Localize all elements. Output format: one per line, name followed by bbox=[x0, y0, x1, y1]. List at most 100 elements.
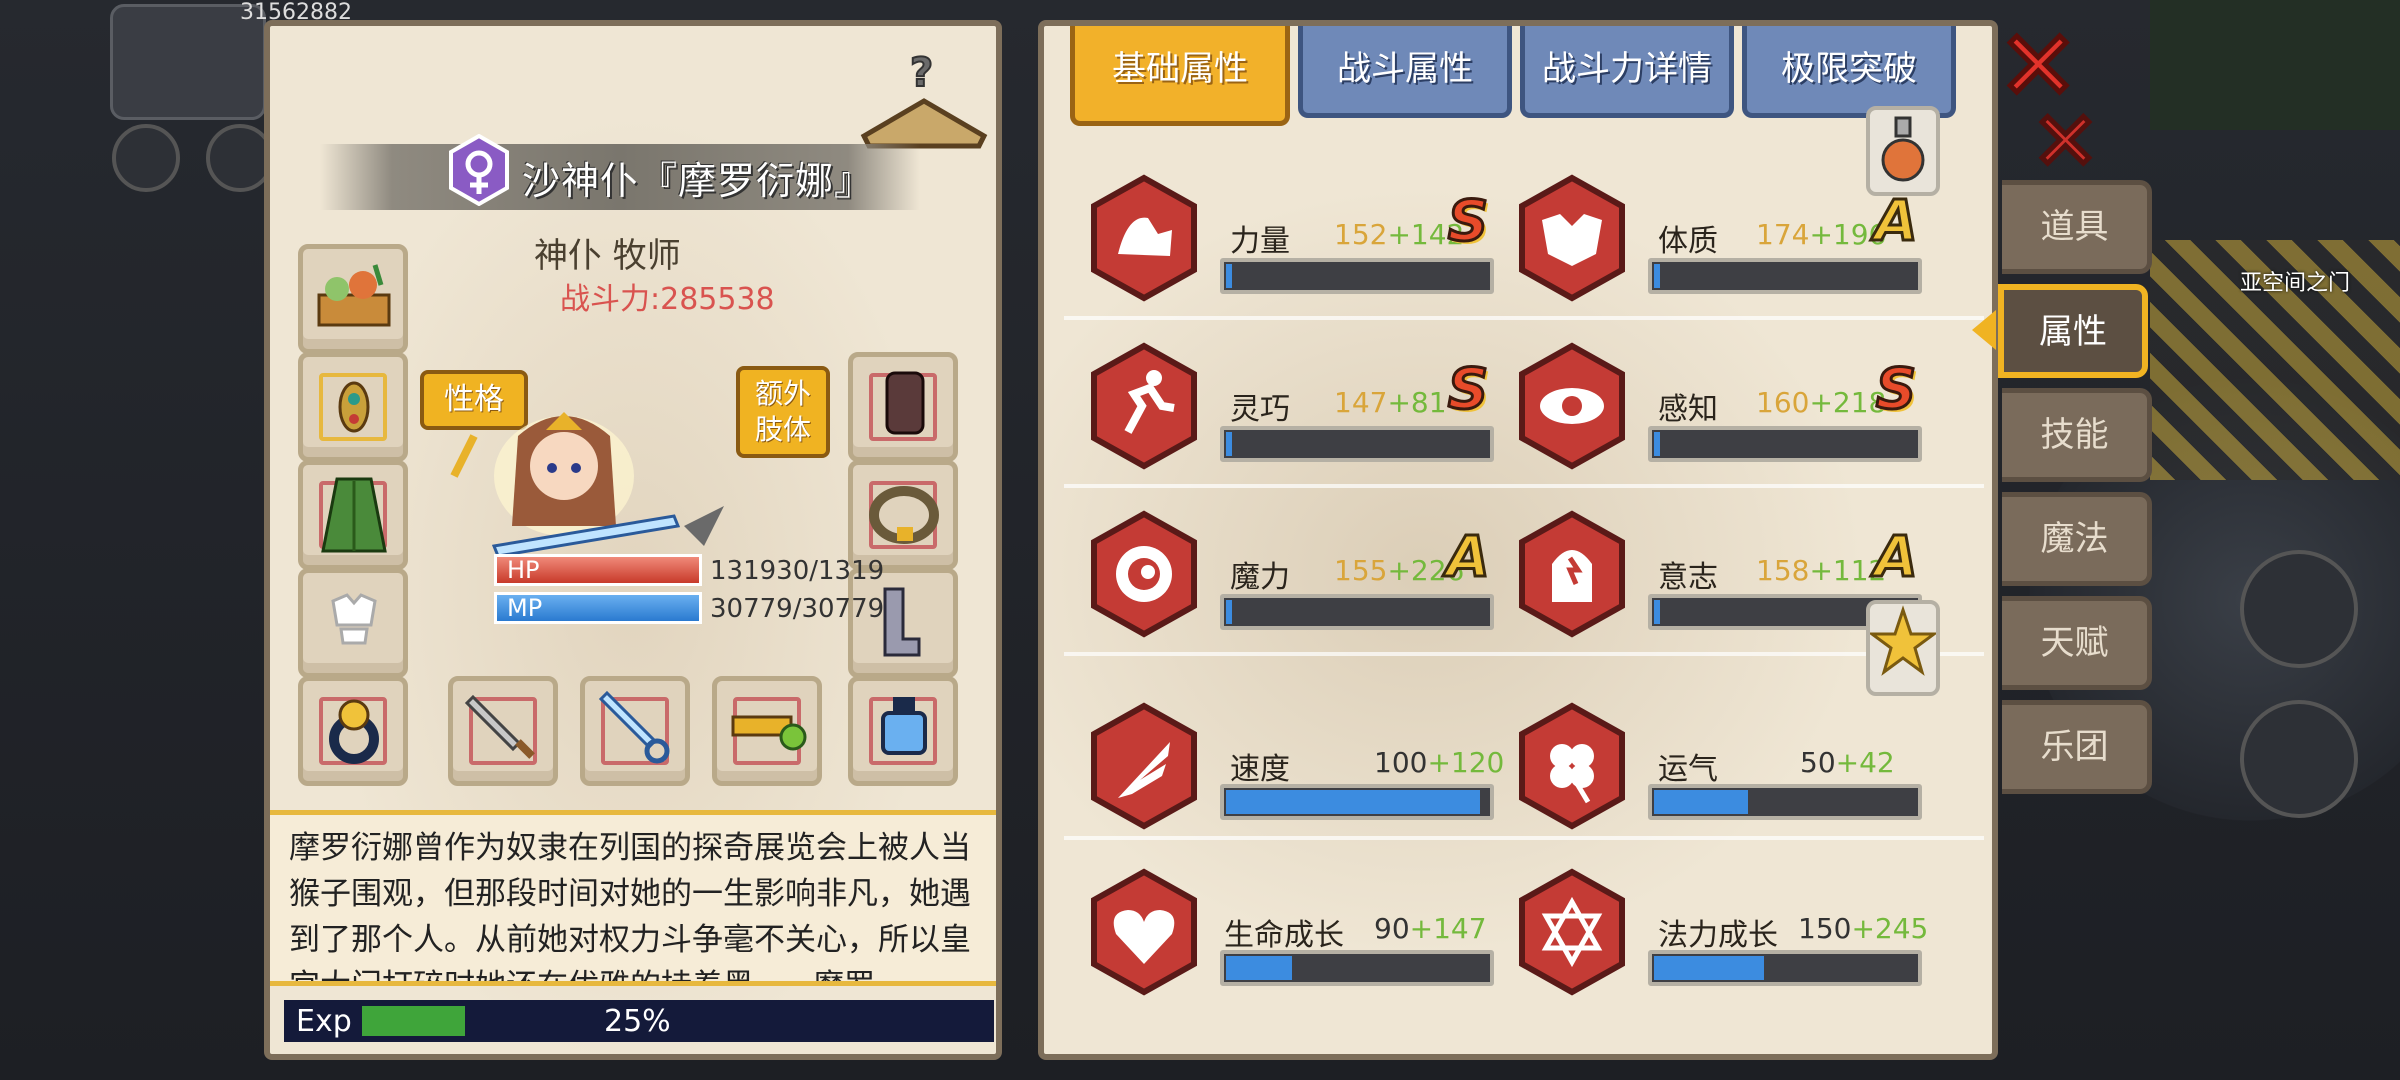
equip-slot-armor[interactable] bbox=[298, 568, 408, 678]
tab-limit-break[interactable]: 极限突破 bbox=[1742, 26, 1956, 118]
ring-icon bbox=[329, 699, 379, 764]
stat-magic-grade: A bbox=[1445, 524, 1491, 592]
equip-slot-food[interactable] bbox=[298, 244, 408, 354]
hp-label: HP bbox=[507, 556, 540, 584]
tab-combat-attributes[interactable]: 战斗属性 bbox=[1298, 26, 1512, 118]
equip-slot-amulet[interactable] bbox=[298, 352, 408, 462]
hud-button[interactable] bbox=[2240, 700, 2358, 818]
stat-agility-bar bbox=[1220, 426, 1494, 462]
stat-life-growth-bonus: +147 bbox=[1409, 912, 1487, 945]
stat-mana-growth-label: 法力成长 bbox=[1658, 918, 1778, 953]
side-menu-band[interactable]: 乐团 bbox=[2002, 700, 2152, 794]
stat-bar-fill bbox=[1226, 790, 1480, 814]
tab-power-details[interactable]: 战斗力详情 bbox=[1520, 26, 1734, 118]
stat-speed-bonus: +120 bbox=[1427, 746, 1505, 779]
stat-bar-fill bbox=[1654, 432, 1660, 456]
armor-empty-icon bbox=[331, 593, 377, 645]
side-menu-items[interactable]: 道具 bbox=[2002, 180, 2152, 274]
side-menu-magic[interactable]: 魔法 bbox=[2002, 492, 2152, 586]
stat-agility-grade: S bbox=[1446, 356, 1489, 424]
mp-label: MP bbox=[507, 594, 543, 622]
equip-slot-weapon-1[interactable] bbox=[448, 676, 558, 786]
stat-will-label: 意志 bbox=[1658, 560, 1718, 595]
close-icon-secondary[interactable]: ✕ bbox=[2029, 93, 2101, 191]
stat-bar-fill bbox=[1654, 956, 1764, 980]
stat-bar-fill bbox=[1654, 600, 1660, 624]
svg-text:?: ? bbox=[910, 50, 933, 96]
cloak-icon bbox=[321, 477, 387, 553]
combat-power: 战斗力:285538 bbox=[560, 282, 775, 317]
equip-slot-weapon-2[interactable] bbox=[580, 676, 690, 786]
lantern-icon bbox=[881, 697, 927, 755]
stat-perception-grade: S bbox=[1874, 356, 1917, 424]
equip-slot-ring[interactable] bbox=[298, 676, 408, 786]
head-icon bbox=[1519, 510, 1625, 638]
hp-bar: HP bbox=[494, 554, 702, 586]
equip-slot-gauntlet[interactable] bbox=[848, 352, 958, 462]
side-menu-talent[interactable]: 天赋 bbox=[2002, 596, 2152, 690]
extra-limb-tag[interactable]: 额外 肢体 bbox=[736, 366, 830, 458]
active-indicator bbox=[1972, 310, 1996, 350]
stat-mana-growth-base: 150 bbox=[1798, 912, 1852, 945]
stat-strength-base: 152 bbox=[1334, 218, 1388, 251]
stat-strength-label: 力量 bbox=[1230, 224, 1290, 259]
stat-life-growth-base: 90 bbox=[1374, 912, 1410, 945]
side-menu-skills[interactable]: 技能 bbox=[2002, 388, 2152, 482]
character-description[interactable]: 摩罗衍娜曾作为奴隶在列国的探奇展览会上被人当猴子围观，但那段时间对她的一生影响非… bbox=[270, 810, 996, 986]
hud-button[interactable] bbox=[112, 124, 180, 192]
stat-life-growth-value: 90+147 bbox=[1374, 912, 1487, 945]
star-button[interactable] bbox=[1866, 600, 1940, 696]
stat-life-growth-label: 生命成长 bbox=[1224, 918, 1344, 953]
stat-will-base: 158 bbox=[1756, 554, 1810, 587]
stat-life-growth-bar bbox=[1220, 950, 1494, 986]
potion-icon bbox=[1881, 116, 1925, 182]
stat-agility-label: 灵巧 bbox=[1230, 392, 1290, 427]
torso-icon bbox=[1519, 174, 1625, 302]
stat-bar-fill bbox=[1226, 264, 1232, 288]
hanger-question-icon[interactable]: ? bbox=[854, 46, 994, 156]
potion-button[interactable] bbox=[1866, 106, 1940, 196]
running-icon bbox=[1091, 342, 1197, 470]
stat-mana-growth-bar bbox=[1648, 950, 1922, 986]
mp-value: 30779/30779 bbox=[710, 594, 885, 624]
stat-perception-bar bbox=[1648, 426, 1922, 462]
stat-mana-growth-bonus: +245 bbox=[1851, 912, 1929, 945]
stat-perception-base: 160 bbox=[1756, 386, 1810, 419]
stat-speed-bar bbox=[1220, 784, 1494, 820]
bg-grass bbox=[2150, 0, 2400, 130]
mp-bar: MP bbox=[494, 592, 702, 624]
hud-button[interactable] bbox=[2240, 550, 2358, 668]
exp-percent: 25% bbox=[604, 1004, 671, 1039]
stat-magic-bar bbox=[1220, 594, 1494, 630]
magic-circle-icon bbox=[1519, 868, 1625, 996]
amulet-icon bbox=[338, 381, 370, 433]
stat-constitution-base: 174 bbox=[1756, 218, 1810, 251]
stat-luck-bonus: +42 bbox=[1835, 746, 1895, 779]
stat-luck-label: 运气 bbox=[1658, 752, 1718, 787]
row-divider bbox=[1064, 652, 1984, 656]
attributes-panel: 基础属性 战斗属性 战斗力详情 极限突破 力量 152+142 S 体质 174… bbox=[1038, 20, 1998, 1060]
gauntlet-icon bbox=[885, 371, 925, 435]
food-basket-icon bbox=[317, 264, 391, 327]
stat-magic-base: 155 bbox=[1334, 554, 1388, 587]
equip-slot-belt[interactable] bbox=[848, 460, 958, 570]
stat-magic-label: 魔力 bbox=[1230, 560, 1290, 595]
equip-slot-weapon-3[interactable] bbox=[712, 676, 822, 786]
tab-basic-attributes[interactable]: 基础属性 bbox=[1070, 26, 1290, 126]
equip-slot-cloak[interactable] bbox=[298, 460, 408, 570]
hp-value: 131930/1319 bbox=[710, 556, 885, 586]
character-name: 沙神仆『摩罗衍娜』 bbox=[522, 159, 874, 203]
clover-icon bbox=[1519, 702, 1625, 830]
stat-luck-bar bbox=[1648, 784, 1922, 820]
extra-limb-line2: 肢体 bbox=[754, 413, 811, 446]
star-icon bbox=[1867, 605, 1939, 676]
equip-slot-accessory[interactable] bbox=[848, 676, 958, 786]
stat-constitution-grade: A bbox=[1873, 188, 1919, 256]
stat-constitution-label: 体质 bbox=[1658, 224, 1718, 259]
side-menu-attributes[interactable]: 属性 bbox=[1998, 284, 2148, 378]
stat-strength-bar bbox=[1220, 258, 1494, 294]
stat-bar-fill bbox=[1226, 432, 1232, 456]
character-panel: ? 沙神仆『摩罗衍娜』 神仆 牧师 战斗力:285538 性格 额外 肢体 HP… bbox=[264, 20, 1002, 1060]
stat-mana-growth-value: 150+245 bbox=[1798, 912, 1928, 945]
belt-icon bbox=[869, 486, 939, 544]
